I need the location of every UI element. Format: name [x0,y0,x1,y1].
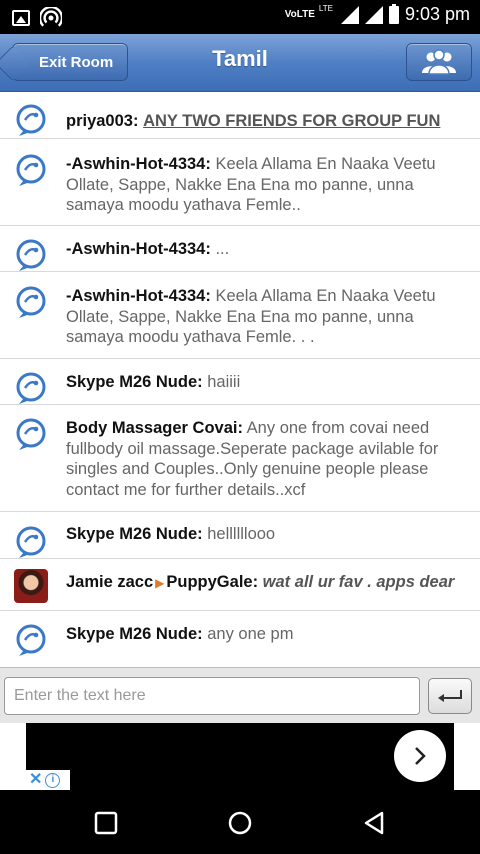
hotspot-icon [40,7,62,27]
chat-bubble-icon [16,418,46,450]
chat-bubble-icon [16,526,46,558]
chat-message[interactable]: priya003: ANY TWO FRIENDS FOR GROUP FUN [0,93,480,139]
recent-apps-icon[interactable] [93,810,119,836]
message-text: haiiii [207,373,241,391]
ad-choices[interactable]: ✕ i [26,770,70,790]
clock: 9:03 pm [404,4,470,24]
message-sender: -Aswhin-Hot-4334: [66,287,211,305]
chat-bubble-icon [16,286,46,318]
chat-message[interactable]: Body Massager Covai: Any one from covai … [0,405,480,512]
reply-arrow-icon: ▶ [155,576,165,590]
home-icon[interactable] [227,810,253,836]
chat-list[interactable]: priya003: ANY TWO FRIENDS FOR GROUP FUN … [0,93,480,667]
message-recipient: PuppyGale: [166,573,259,591]
signal-icon [340,5,359,24]
gallery-notification-icon [12,10,30,26]
message-text: ANY TWO FRIENDS FOR GROUP FUN [143,112,441,130]
ad-banner[interactable]: ✕ i [0,723,480,790]
chat-message[interactable]: -Aswhin-Hot-4334: Keela Allama En Naaka … [0,139,480,226]
system-nav-bar [0,790,480,854]
volte-label: VoLTE [284,9,315,20]
users-icon [422,49,456,75]
message-text: any one pm [207,625,294,643]
chat-message[interactable]: Skype M26 Nude: any one pm [0,611,480,666]
message-text: wat all ur fav . apps dear [262,573,455,591]
exit-room-label: Exit Room [39,53,114,71]
ad-info-icon[interactable]: i [45,772,61,788]
chat-message[interactable]: -Aswhin-Hot-4334: ... [0,226,480,272]
signal-icon-2 [364,5,383,24]
message-sender: Skype M26 Nude: [66,625,203,643]
message-input-bar: Enter the text here [0,667,480,723]
message-sender: Skype M26 Nude: [66,525,203,543]
send-button[interactable] [428,678,472,714]
chat-bubble-icon [16,239,46,271]
chat-bubble-icon [16,104,46,136]
chat-bubble-icon [16,154,46,186]
chat-bubble-icon [16,624,46,656]
message-sender: Jamie zacc [66,573,154,591]
back-icon[interactable] [361,810,387,836]
message-text: hellllllooo [207,525,276,543]
ad-close-icon[interactable]: ✕ [29,772,42,788]
ad-content[interactable] [26,723,454,790]
ad-next-button[interactable] [394,730,446,782]
message-sender: -Aswhin-Hot-4334: [66,240,211,258]
chat-message[interactable]: Skype M26 Nude: haiiii [0,359,480,405]
battery-icon [388,3,399,24]
chevron-right-icon [415,747,426,765]
users-button[interactable] [406,43,472,81]
chat-message[interactable]: -Aswhin-Hot-4334: Keela Allama En Naaka … [0,272,480,359]
enter-icon [438,690,462,702]
message-text: ... [215,240,230,258]
message-sender: priya003: [66,112,139,130]
room-header: Exit Room Tamil [0,34,480,92]
chat-message[interactable]: Skype M26 Nude: hellllllooo [0,512,480,559]
message-sender: Skype M26 Nude: [66,373,203,391]
lte-label: LTE [318,4,333,13]
message-sender: Body Massager Covai: [66,419,243,437]
message-input[interactable]: Enter the text here [4,677,420,715]
message-sender: -Aswhin-Hot-4334: [66,155,211,173]
chat-bubble-icon [16,372,46,404]
user-avatar[interactable] [14,569,48,603]
status-bar: VoLTE LTE 9:03 pm [0,0,480,34]
chat-message[interactable]: Jamie zacc ▶ PuppyGale: wat all ur fav . a… [0,559,480,611]
